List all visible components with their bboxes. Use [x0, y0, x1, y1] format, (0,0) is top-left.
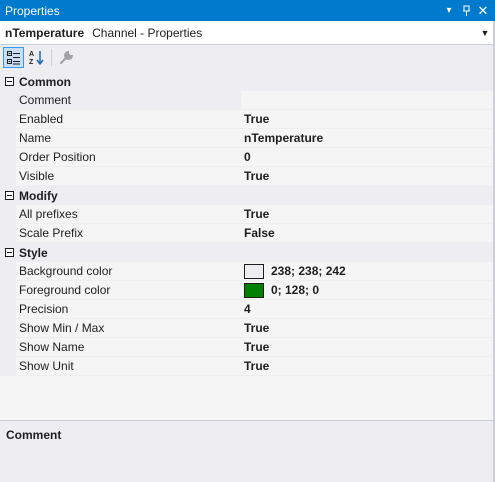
- toolbar-separator: [51, 49, 52, 66]
- property-grid: Common Comment Enabled True Name nTemper…: [0, 72, 495, 420]
- property-value[interactable]: 0; 128; 0: [241, 281, 495, 300]
- property-row-scale-prefix[interactable]: Scale Prefix False: [0, 224, 495, 243]
- property-row-comment[interactable]: Comment: [0, 91, 495, 110]
- property-row-visible[interactable]: Visible True: [0, 167, 495, 186]
- property-value[interactable]: True: [241, 110, 495, 129]
- svg-text:Z: Z: [29, 59, 34, 65]
- property-value[interactable]: True: [241, 205, 495, 224]
- window-title: Properties: [5, 3, 60, 18]
- alphabetical-button[interactable]: A Z: [26, 47, 47, 68]
- property-value[interactable]: 238; 238; 242: [241, 262, 495, 281]
- property-name: Enabled: [16, 110, 241, 129]
- property-row-show-min-max[interactable]: Show Min / Max True: [0, 319, 495, 338]
- property-pages-button[interactable]: [56, 47, 77, 68]
- property-row-order-position[interactable]: Order Position 0: [0, 148, 495, 167]
- svg-text:A: A: [29, 51, 34, 58]
- property-name: All prefixes: [16, 205, 241, 224]
- property-value[interactable]: True: [241, 357, 495, 376]
- window-position-dropdown-icon[interactable]: ▾: [441, 0, 457, 21]
- close-icon[interactable]: ✕: [475, 0, 491, 21]
- property-row-name[interactable]: Name nTemperature: [0, 129, 495, 148]
- color-value: 0; 128; 0: [271, 282, 320, 297]
- alphabetical-icon: A Z: [29, 51, 44, 65]
- property-name: Show Name: [16, 338, 241, 357]
- category-style[interactable]: Style: [0, 243, 495, 262]
- wrench-icon: [60, 50, 74, 64]
- property-name: Scale Prefix: [16, 224, 241, 243]
- description-pane: Comment: [0, 424, 495, 482]
- property-value[interactable]: nTemperature: [241, 129, 495, 148]
- property-value[interactable]: True: [241, 338, 495, 357]
- collapse-icon[interactable]: [3, 186, 16, 205]
- object-name: nTemperature: [5, 25, 85, 40]
- collapse-icon[interactable]: [3, 72, 16, 91]
- category-modify[interactable]: Modify: [0, 186, 495, 205]
- property-row-precision[interactable]: Precision 4: [0, 300, 495, 319]
- category-common[interactable]: Common: [0, 72, 495, 91]
- chevron-down-icon[interactable]: ▼: [475, 28, 495, 38]
- property-value[interactable]: 4: [241, 300, 495, 319]
- color-value: 238; 238; 242: [271, 263, 346, 278]
- property-name: Comment: [16, 91, 241, 110]
- object-type: Channel - Properties: [92, 25, 203, 40]
- category-label: Style: [19, 245, 48, 260]
- category-label: Common: [19, 74, 71, 89]
- property-name: Visible: [16, 167, 241, 186]
- description-title: Comment: [6, 428, 62, 442]
- grid-empty-area: [0, 376, 495, 420]
- property-name: Precision: [16, 300, 241, 319]
- property-row-show-unit[interactable]: Show Unit True: [0, 357, 495, 376]
- color-swatch: [244, 263, 264, 279]
- categorized-button[interactable]: [3, 47, 24, 68]
- properties-title-bar: Properties ▾ ✕: [0, 0, 495, 21]
- property-value[interactable]: [241, 91, 495, 110]
- property-row-show-name[interactable]: Show Name True: [0, 338, 495, 357]
- property-name: Background color: [16, 262, 241, 281]
- property-value[interactable]: True: [241, 167, 495, 186]
- property-value[interactable]: 0: [241, 148, 495, 167]
- color-swatch: [244, 282, 264, 298]
- categorized-icon: [6, 50, 20, 64]
- object-selector[interactable]: nTemperature Channel - Properties ▼: [0, 21, 495, 45]
- pin-icon[interactable]: [458, 0, 474, 21]
- property-row-all-prefixes[interactable]: All prefixes True: [0, 205, 495, 224]
- property-name: Name: [16, 129, 241, 148]
- category-label: Modify: [19, 188, 58, 203]
- collapse-icon[interactable]: [3, 243, 16, 262]
- property-value[interactable]: True: [241, 319, 495, 338]
- property-name: Show Unit: [16, 357, 241, 376]
- property-name: Foreground color: [16, 281, 241, 300]
- property-row-background-color[interactable]: Background color 238; 238; 242: [0, 262, 495, 281]
- properties-toolbar: A Z: [0, 45, 495, 70]
- property-row-enabled[interactable]: Enabled True: [0, 110, 495, 129]
- property-name: Order Position: [16, 148, 241, 167]
- property-name: Show Min / Max: [16, 319, 241, 338]
- property-row-foreground-color[interactable]: Foreground color 0; 128; 0: [0, 281, 495, 300]
- property-value[interactable]: False: [241, 224, 495, 243]
